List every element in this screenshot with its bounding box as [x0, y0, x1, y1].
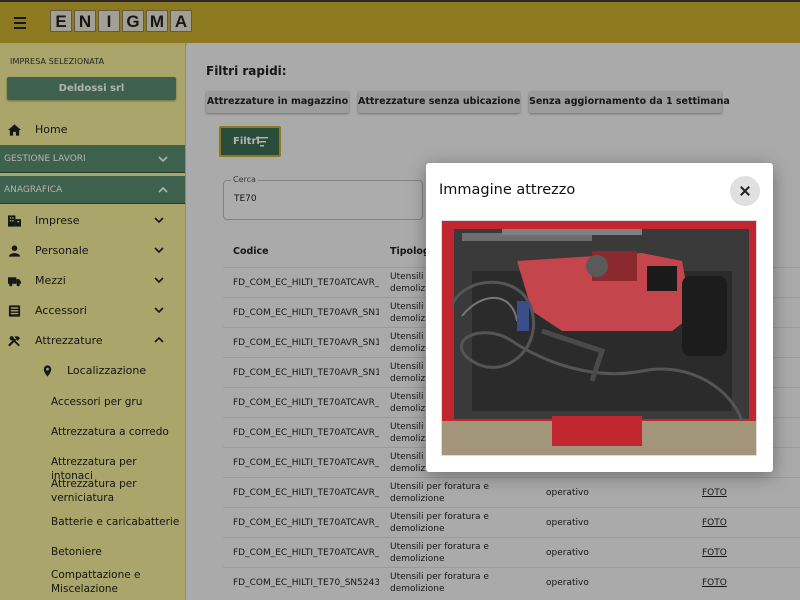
equipment-photo — [441, 220, 757, 456]
dialog-title: Immagine attrezzo — [439, 182, 576, 198]
close-icon[interactable] — [730, 176, 760, 206]
hammer-drill-photo — [442, 221, 756, 455]
image-dialog: Immagine attrezzo — [426, 163, 773, 472]
